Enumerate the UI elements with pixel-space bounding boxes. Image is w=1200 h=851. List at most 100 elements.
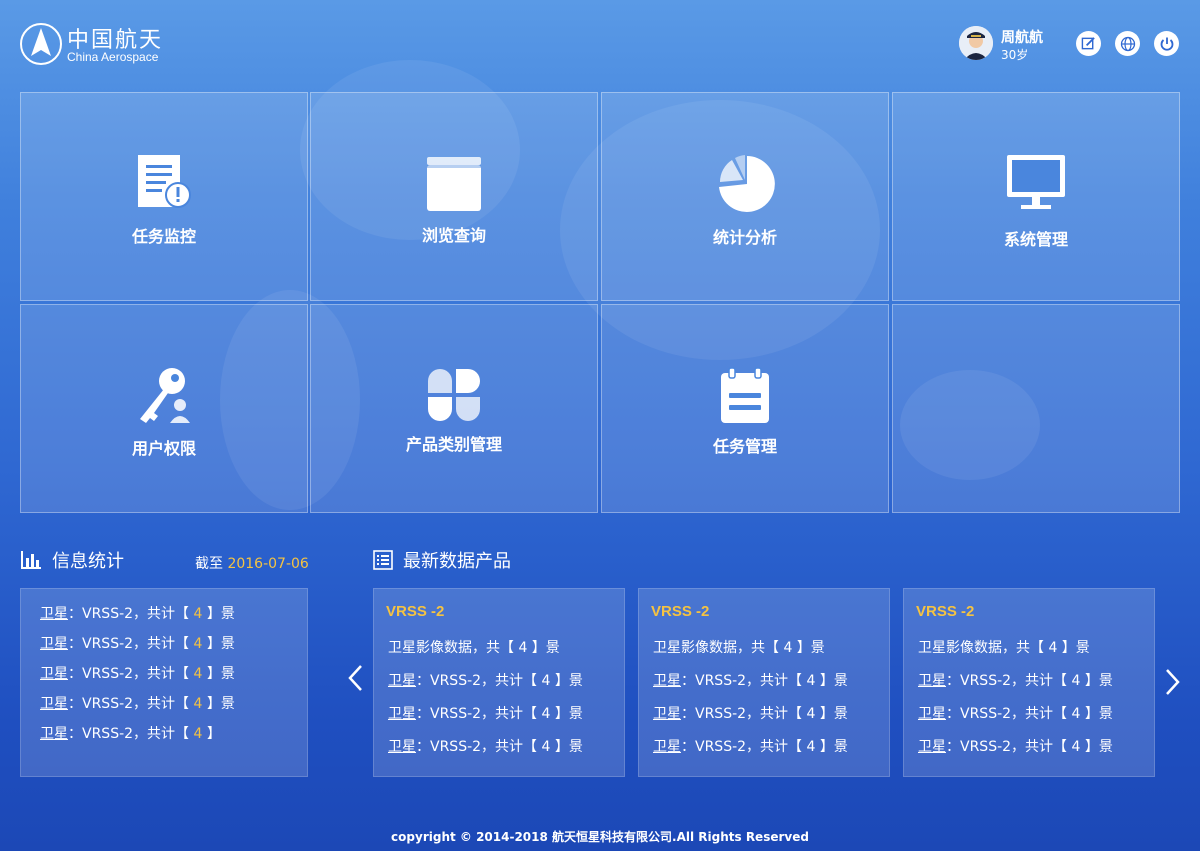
product-card-title: VRSS -2 <box>651 603 710 620</box>
satellite-link[interactable]: 卫星 <box>40 696 68 712</box>
task-monitor-icon <box>138 155 191 208</box>
user-avatar[interactable] <box>959 26 993 60</box>
chevron-left-icon <box>348 665 362 691</box>
product-summary: 卫星影像数据，共【 4 】景 <box>388 640 560 656</box>
carousel-prev-button[interactable] <box>343 662 367 694</box>
petals-icon <box>428 369 480 421</box>
satellite-link[interactable]: 卫星 <box>40 666 68 682</box>
list-icon <box>373 550 393 570</box>
info-stats-heading: 信息统计 <box>20 547 124 573</box>
list-item[interactable]: 卫星：VRSS-2，共计【 4 】景 <box>388 703 583 723</box>
row-unit: 】景 <box>206 606 235 622</box>
row-text: ：VRSS-2，共计【 <box>68 666 190 682</box>
satellite-link[interactable]: 卫星 <box>653 739 681 755</box>
satellite-link[interactable]: 卫星 <box>918 739 946 755</box>
list-item[interactable]: 卫星：VRSS-2，共计【 4 】景 <box>653 703 848 723</box>
list-item[interactable]: 卫星：VRSS-2，共计【 4 】景 <box>40 693 235 713</box>
product-card[interactable]: VRSS -2 卫星影像数据，共【 4 】景 卫星：VRSS-2，共计【 4 】… <box>903 588 1155 777</box>
latest-products-title: 最新数据产品 <box>403 551 511 572</box>
list-item[interactable]: 卫星：VRSS-2，共计【 4 】景 <box>388 736 583 756</box>
list-item[interactable]: 卫星：VRSS-2，共计【 4 】景 <box>918 736 1113 756</box>
info-stats-panel: 卫星：VRSS-2，共计【 4 】景 卫星：VRSS-2，共计【 4 】景 卫星… <box>20 588 308 777</box>
tile-task-monitor[interactable]: 任务监控 <box>20 92 308 301</box>
product-card[interactable]: VRSS -2 卫星影像数据，共【 4 】景 卫星：VRSS-2，共计【 4 】… <box>373 588 625 777</box>
tile-label: 用户权限 <box>131 439 196 458</box>
satellite-link[interactable]: 卫星 <box>388 739 416 755</box>
power-icon <box>1160 37 1173 51</box>
user-name: 周航航 <box>1001 30 1043 46</box>
product-card[interactable]: VRSS -2 卫星影像数据，共【 4 】景 卫星：VRSS-2，共计【 4 】… <box>638 588 890 777</box>
row-text: ：VRSS-2，共计【 <box>68 696 190 712</box>
row-text: ：VRSS-2，共计【 4 】景 <box>681 739 848 755</box>
satellite-link[interactable]: 卫星 <box>40 636 68 652</box>
list-item[interactable]: 卫星：VRSS-2，共计【 4 】景 <box>653 670 848 690</box>
tile-system-management[interactable]: 系统管理 <box>892 92 1180 301</box>
row-text: ：VRSS-2，共计【 <box>68 726 190 742</box>
row-text: ：VRSS-2，共计【 4 】景 <box>416 706 583 722</box>
user-age: 30岁 <box>1001 48 1029 62</box>
brand-subtitle: China Aerospace <box>67 50 159 64</box>
info-stats-title: 信息统计 <box>52 551 124 572</box>
pilot-avatar-icon <box>959 26 993 60</box>
edit-icon <box>1081 37 1095 50</box>
row-text: ：VRSS-2，共计【 4 】景 <box>416 673 583 689</box>
list-item[interactable]: 卫星：VRSS-2，共计【 4 】景 <box>653 736 848 756</box>
date-value: 2016-07-06 <box>227 556 309 572</box>
list-item[interactable]: 卫星：VRSS-2，共计【 4 】景 <box>388 670 583 690</box>
row-text: ：VRSS-2，共计【 4 】景 <box>946 673 1113 689</box>
tile-user-permissions[interactable]: 用户权限 <box>20 304 308 513</box>
footer-copyright: copyright © 2014-2018 航天恒星科技有限公司.All Rig… <box>391 830 809 844</box>
tile-label: 统计分析 <box>712 228 777 247</box>
list-item[interactable]: 卫星：VRSS-2，共计【 4 】景 <box>40 633 235 653</box>
satellite-link[interactable]: 卫星 <box>40 606 68 622</box>
tile-statistics[interactable]: 统计分析 <box>601 92 889 301</box>
pie-chart-icon <box>719 155 775 212</box>
clipboard-icon <box>721 367 769 423</box>
satellite-link[interactable]: 卫星 <box>388 706 416 722</box>
language-button[interactable] <box>1115 31 1140 56</box>
row-count: 4 <box>193 606 203 622</box>
product-card-title: VRSS -2 <box>916 603 975 620</box>
satellite-link[interactable]: 卫星 <box>918 673 946 689</box>
latest-products-heading: 最新数据产品 <box>373 547 511 573</box>
list-item[interactable]: 卫星：VRSS-2，共计【 4 】 <box>40 723 221 743</box>
china-aerospace-logo <box>20 23 62 65</box>
row-count: 4 <box>193 726 203 742</box>
logout-button[interactable] <box>1154 31 1179 56</box>
row-text: ：VRSS-2，共计【 4 】景 <box>946 739 1113 755</box>
tile-label: 浏览查询 <box>421 226 486 245</box>
stats-date: 截至 2016-07-06 <box>195 553 309 573</box>
tile-label: 任务管理 <box>712 437 777 456</box>
row-unit: 】景 <box>206 666 235 682</box>
header: 中国航天 China Aerospace 周航航 30岁 <box>0 0 1200 88</box>
product-summary: 卫星影像数据，共【 4 】景 <box>653 640 825 656</box>
list-item[interactable]: 卫星：VRSS-2，共计【 4 】景 <box>918 670 1113 690</box>
tile-label: 产品类别管理 <box>405 435 502 454</box>
tile-task-management[interactable]: 任务管理 <box>601 304 889 513</box>
row-unit: 】景 <box>206 696 235 712</box>
key-user-icon <box>140 368 190 423</box>
tile-label: 系统管理 <box>1003 230 1068 249</box>
list-item[interactable]: 卫星：VRSS-2，共计【 4 】景 <box>40 663 235 683</box>
list-item[interactable]: 卫星：VRSS-2，共计【 4 】景 <box>40 603 235 623</box>
row-unit: 】景 <box>206 636 235 652</box>
tile-product-category[interactable]: 产品类别管理 <box>310 304 598 513</box>
bar-chart-icon <box>21 551 41 569</box>
satellite-link[interactable]: 卫星 <box>918 706 946 722</box>
list-item[interactable]: 卫星：VRSS-2，共计【 4 】景 <box>918 703 1113 723</box>
satellite-link[interactable]: 卫星 <box>388 673 416 689</box>
carousel-next-button[interactable] <box>1161 666 1185 698</box>
chevron-right-icon <box>1166 669 1180 695</box>
edit-button[interactable] <box>1076 31 1101 56</box>
satellite-link[interactable]: 卫星 <box>653 706 681 722</box>
row-count: 4 <box>193 696 203 712</box>
row-text: ：VRSS-2，共计【 <box>68 606 190 622</box>
satellite-link[interactable]: 卫星 <box>653 673 681 689</box>
tile-browse-query[interactable]: 浏览查询 <box>310 92 598 301</box>
satellite-link[interactable]: 卫星 <box>40 726 68 742</box>
browse-query-icon <box>427 157 481 211</box>
row-count: 4 <box>193 636 203 652</box>
tile-empty <box>892 304 1180 513</box>
date-prefix: 截至 <box>195 556 223 572</box>
row-text: ：VRSS-2，共计【 4 】景 <box>416 739 583 755</box>
